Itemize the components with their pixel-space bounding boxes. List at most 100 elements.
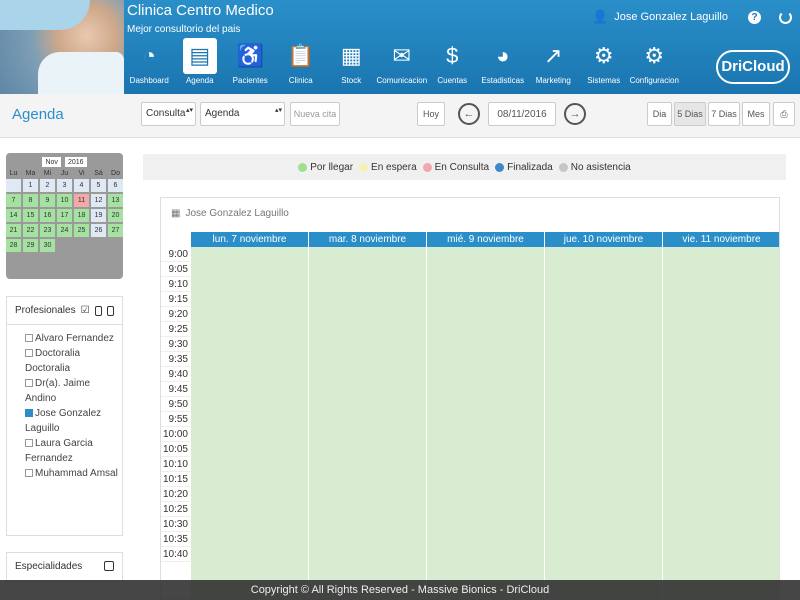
day-header: jue. 10 noviembre (544, 232, 662, 247)
professional-item[interactable]: Jose Gonzalez Laguillo (25, 406, 122, 436)
new-appointment-button[interactable]: Nueva cita (290, 102, 340, 126)
calendar-day[interactable]: 30 (40, 239, 55, 252)
toggle-icon[interactable] (94, 305, 102, 316)
legend-label: No asistencia (570, 161, 631, 173)
dricloud-logo: DriCloud (716, 50, 790, 84)
calendar-day[interactable]: 12 (91, 194, 106, 207)
next-date-button[interactable]: → (560, 102, 590, 126)
calendar-day[interactable]: 19 (91, 209, 106, 222)
prev-date-button[interactable]: ← (454, 102, 484, 126)
day-header: lun. 7 noviembre (190, 232, 308, 247)
help-icon[interactable]: ? (748, 10, 761, 24)
weekday-label: Ma (25, 170, 36, 177)
professional-item[interactable]: Laura Garcia Fernandez (25, 436, 122, 466)
calendar-day[interactable]: 21 (6, 224, 21, 237)
calendar-day[interactable]: 8 (23, 194, 38, 207)
day-column[interactable] (308, 247, 426, 599)
calendar-day[interactable]: 15 (23, 209, 38, 222)
calendar-day[interactable]: 16 (40, 209, 55, 222)
calendar-day[interactable]: 11 (74, 194, 89, 207)
clinic-subtitle: Mejor consultorio del pais (127, 24, 241, 35)
time-slot-label: 9:30 (161, 337, 190, 352)
calendar-day[interactable]: 14 (6, 209, 21, 222)
nav-dashboard[interactable]: ◔ Dashboard (124, 38, 175, 85)
specialties-panel: Especialidades (6, 552, 123, 582)
nav-label: Estadisticas (481, 76, 525, 85)
month-select[interactable]: Nov (42, 157, 61, 167)
calendar-day[interactable]: 17 (57, 209, 72, 222)
calendar-day[interactable]: 9 (40, 194, 55, 207)
day-column[interactable] (190, 247, 308, 599)
calendar-day[interactable]: 24 (57, 224, 72, 237)
nav-configuracion[interactable]: ⚙ Configuracion (629, 38, 680, 85)
professional-checkbox[interactable] (25, 469, 33, 478)
calendar-day[interactable]: 1 (23, 179, 38, 192)
day-column[interactable] (662, 247, 779, 599)
calendar-day[interactable]: 25 (74, 224, 89, 237)
calendar-day[interactable]: 20 (108, 209, 123, 222)
day-header: mié. 9 noviembre (426, 232, 544, 247)
print-button[interactable]: ⎙ (773, 102, 795, 126)
legend-item: En Consulta (422, 161, 490, 173)
professional-checkbox[interactable] (25, 379, 33, 388)
nav-clinica[interactable]: 📋 Clinica (276, 38, 327, 85)
nav-sistemas[interactable]: ⚙ Sistemas (579, 38, 630, 85)
calendar-day[interactable]: 13 (108, 194, 123, 207)
power-icon[interactable] (779, 10, 792, 24)
collapse-icon[interactable] (106, 305, 114, 316)
line-chart-icon: ↗ (544, 43, 563, 68)
user-name[interactable]: Jose Gonzalez Laguillo (614, 11, 728, 23)
professional-checkbox[interactable] (25, 409, 33, 418)
calendar-day[interactable]: 6 (108, 179, 123, 192)
calendar-day[interactable]: 5 (91, 179, 106, 192)
calendar-day[interactable]: 27 (108, 224, 123, 237)
today-button[interactable]: Hoy (417, 102, 445, 126)
agenda-select[interactable]: Agenda (200, 102, 285, 126)
calendar-day[interactable]: 23 (40, 224, 55, 237)
calendar-day[interactable]: 2 (40, 179, 55, 192)
time-slot-label: 10:35 (161, 534, 190, 547)
legend-label: Finalizada (507, 161, 553, 173)
expand-icon[interactable] (104, 561, 114, 571)
calendar-day[interactable]: 29 (23, 239, 38, 252)
nav-marketing[interactable]: ↗ Marketing (528, 38, 579, 85)
professional-checkbox[interactable] (25, 334, 33, 343)
day-column[interactable] (426, 247, 544, 599)
professional-item[interactable]: Doctoralia Doctoralia (25, 346, 122, 376)
view-select[interactable]: Consulta (141, 102, 196, 126)
view-day-button[interactable]: Dia (647, 102, 672, 126)
calendar-day[interactable]: 7 (6, 194, 21, 207)
nav-comunicacion[interactable]: ✉ Comunicacion (377, 38, 428, 85)
professional-checkbox[interactable] (25, 349, 33, 358)
nav-agenda[interactable]: ▤ Agenda (175, 38, 226, 85)
day-header: mar. 8 noviembre (308, 232, 426, 247)
calendar-day[interactable]: 22 (23, 224, 38, 237)
year-select[interactable]: 2016 (64, 157, 87, 167)
calendar-day[interactable]: 4 (74, 179, 89, 192)
gauge-icon: ◔ (142, 43, 156, 68)
nav-stock[interactable]: ▦ Stock (326, 38, 377, 85)
legend-item: Finalizada (495, 162, 553, 173)
view-7days-button[interactable]: 7 Dias (708, 102, 740, 126)
professional-item[interactable]: Alvaro Fernandez (25, 331, 122, 346)
view-5days-button[interactable]: 5 Dias (674, 102, 706, 126)
calendar-day[interactable]: 10 (57, 194, 72, 207)
calendar-day[interactable]: 3 (57, 179, 72, 192)
view-month-button[interactable]: Mes (742, 102, 770, 126)
nav-label: Sistemas (587, 76, 621, 85)
professional-checkbox[interactable] (25, 439, 33, 448)
nav-cuentas[interactable]: $ Cuentas (427, 38, 478, 85)
legend-label: En Consulta (434, 161, 490, 173)
check-all-icon[interactable]: ☑ (81, 305, 90, 316)
date-field[interactable]: 08/11/2016 (488, 102, 556, 126)
calendar-day[interactable]: 18 (74, 209, 89, 222)
time-slot-label: 9:05 (161, 262, 190, 277)
nav-pacientes[interactable]: ♿ Pacientes (225, 38, 276, 85)
legend-dot (298, 162, 308, 172)
professional-item[interactable]: Dr(a). Jaime Andino (25, 376, 122, 406)
calendar-day[interactable]: 28 (6, 239, 21, 252)
calendar-day[interactable]: 26 (91, 224, 106, 237)
professional-item[interactable]: Muhammad Amsal (25, 466, 122, 481)
day-column[interactable] (544, 247, 662, 599)
nav-estadisticas[interactable]: ◕ Estadisticas (478, 38, 529, 85)
